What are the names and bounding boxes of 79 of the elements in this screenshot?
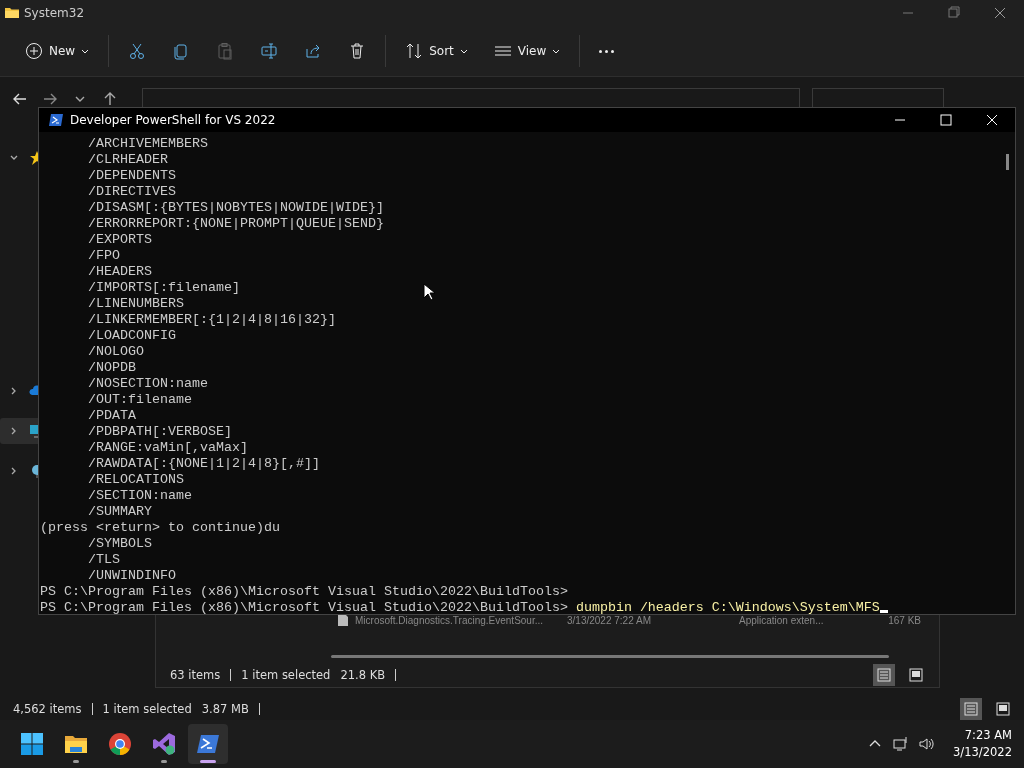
network-icon[interactable] bbox=[893, 736, 910, 752]
console-line: /LOADCONFIG bbox=[87, 328, 176, 344]
console-line: /ERRORREPORT:{NONE|PROMPT|QUEUE|SEND} bbox=[87, 216, 384, 232]
console-line: /EXPORTS bbox=[87, 232, 152, 248]
grid-icon bbox=[20, 732, 44, 756]
monitor-icon bbox=[29, 423, 38, 439]
plus-icon bbox=[25, 42, 43, 60]
console-line: /OUT:filename bbox=[87, 392, 192, 408]
sort-button[interactable]: Sort bbox=[392, 33, 481, 69]
console-line: /DEPENDENTS bbox=[87, 168, 176, 184]
console-line: /RAWDATA[:{NONE|1|2|4|8}[,#]] bbox=[87, 456, 320, 472]
clipboard-icon bbox=[216, 42, 235, 60]
console-line: /SYMBOLS bbox=[87, 536, 152, 552]
console-line: PS C:\Program Files (x86)\Microsoft Visual Studio\2022\BuildTools> bbox=[40, 584, 568, 600]
file-date: 3/13/2022 7:22 AM bbox=[567, 614, 651, 626]
console-command: dumpbin /headers C:\Windows\System\MFS bbox=[575, 600, 880, 615]
console-line: /PDBPATH[:VERBOSE] bbox=[87, 424, 232, 440]
taskbar-app-button[interactable] bbox=[188, 724, 228, 764]
new-button[interactable]: New bbox=[12, 33, 103, 69]
star-icon bbox=[29, 150, 38, 166]
console-line: /CLRHEADER bbox=[87, 152, 168, 168]
sort-icon bbox=[405, 42, 424, 60]
console-line: /NOPDB bbox=[87, 360, 136, 376]
console-line: /NOSECTION:name bbox=[87, 376, 208, 392]
console-line: /DISASM[:{BYTES|NOBYTES|NOWIDE|WIDE}] bbox=[87, 200, 384, 216]
rename-icon bbox=[260, 42, 279, 60]
file-name: Microsoft.Diagnostics.Tracing.EventSour... bbox=[355, 614, 544, 626]
selection-size: 21.8 KB bbox=[340, 668, 386, 682]
file-size: 167 KB bbox=[888, 614, 921, 626]
selection-count: 1 item selected bbox=[241, 668, 331, 682]
scissors-icon bbox=[128, 42, 147, 60]
console-line: /LINENUMBERS bbox=[87, 296, 184, 312]
item-count: 4,562 items bbox=[13, 701, 82, 716]
forward-icon[interactable] bbox=[42, 91, 58, 107]
console-line: /TLS bbox=[87, 552, 120, 568]
browser-icon bbox=[108, 732, 132, 756]
caret-icon bbox=[552, 48, 561, 54]
folder-icon bbox=[4, 5, 20, 21]
scrollbar-thumb[interactable] bbox=[1006, 154, 1009, 170]
selection-count: 1 item selected bbox=[102, 701, 192, 716]
clock[interactable]: 7:23 AM 3/13/2022 bbox=[945, 727, 1024, 761]
view-button[interactable]: View bbox=[480, 33, 574, 69]
console-line: /NOLOGO bbox=[87, 344, 144, 360]
up-icon[interactable] bbox=[102, 91, 118, 107]
window-title: Developer PowerShell for VS 2022 bbox=[70, 113, 276, 127]
console-line: /SECTION:name bbox=[87, 488, 192, 504]
sidebar-item[interactable] bbox=[0, 418, 38, 444]
console-prompt: PS C:\Program Files (x86)\Microsoft Visual Studio\2022\BuildTools> bbox=[40, 600, 568, 615]
console-line: /PDATA bbox=[87, 408, 136, 424]
volume-icon[interactable] bbox=[919, 736, 936, 752]
console-line: /RANGE:vaMin[,vaMax] bbox=[87, 440, 248, 456]
caret-icon bbox=[81, 48, 90, 54]
console-line: (press <return> to continue)du bbox=[40, 520, 280, 536]
console-line: /DIRECTIVES bbox=[87, 184, 176, 200]
details-view-button[interactable] bbox=[873, 664, 895, 686]
window-title: System32 bbox=[24, 6, 85, 20]
more-icon bbox=[599, 49, 615, 53]
globe-icon bbox=[29, 463, 38, 479]
text-cursor bbox=[879, 610, 888, 613]
console-line: /SUMMARY bbox=[87, 504, 152, 520]
scrollbar[interactable] bbox=[331, 655, 889, 658]
console-line: /LINKERMEMBER[:{1|2|4|8|16|32}] bbox=[87, 312, 336, 328]
console-line: /IMPORTS[:filename] bbox=[87, 280, 240, 296]
caret-icon bbox=[459, 48, 468, 54]
file-icon bbox=[337, 613, 349, 627]
item-count: 63 items bbox=[170, 668, 221, 682]
console-line: /UNWINDINFO bbox=[87, 568, 176, 584]
terminal-icon bbox=[196, 732, 220, 756]
console-line: /HEADERS bbox=[87, 264, 152, 280]
ribbon-icon bbox=[152, 732, 176, 756]
console-line: /ARCHIVEMEMBERS bbox=[87, 136, 208, 152]
console-line: /FPO bbox=[87, 248, 120, 264]
powershell-icon bbox=[48, 112, 64, 128]
back-icon[interactable] bbox=[12, 91, 28, 107]
details-view-button[interactable] bbox=[960, 697, 982, 720]
console-line: /RELOCATIONS bbox=[87, 472, 184, 488]
file-type: Application exten... bbox=[739, 614, 824, 626]
cursor-icon bbox=[423, 283, 435, 301]
selection-size: 3.87 MB bbox=[201, 701, 249, 716]
